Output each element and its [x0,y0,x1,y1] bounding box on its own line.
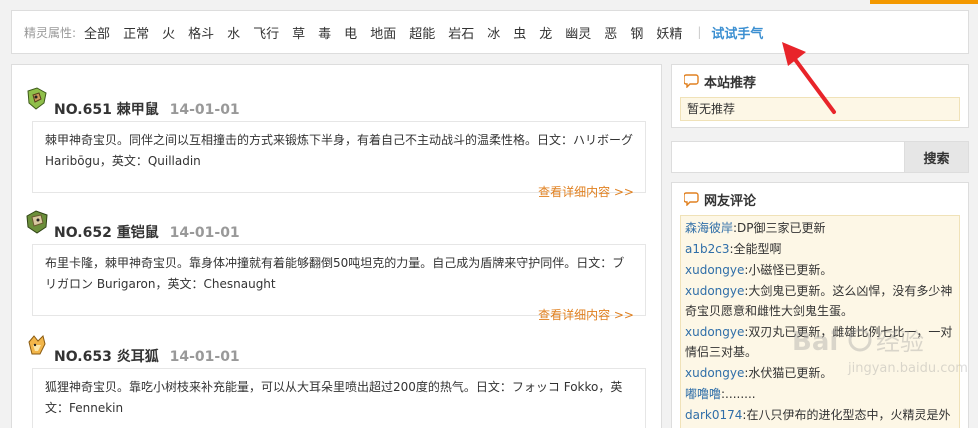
filter-item-poison[interactable]: 毒 [318,23,331,42]
entry-description-text: 布里卡隆，棘甲神奇宝贝。靠身体冲撞就有着能够翻倒50吨坦克的力量。自己成为盾牌来… [45,256,625,291]
comment-text: :小磁怪已更新。 [744,263,833,277]
comment-user[interactable]: a1b2c3 [685,242,729,256]
pokemon-sprite-icon [26,210,48,234]
filter-item-grass[interactable]: 草 [292,23,305,42]
entry-title[interactable]: NO.651 棘甲鼠 14-01-01 [54,99,240,119]
filter-item-normal[interactable]: 正常 [123,23,149,42]
entry-name: 重铠鼠 [116,225,159,241]
filter-item-steel[interactable]: 钢 [630,23,643,42]
chat-bubble-icon [684,74,699,88]
filter-item-fire[interactable]: 火 [162,23,175,42]
comment-item: 森海彼岸:DP御三家已更新 [685,218,955,239]
svg-text:jingyan.baidu.com: jingyan.baidu.com [847,361,968,376]
entry-name: 炎耳狐 [116,349,159,365]
entry-description-text: 棘甲神奇宝贝。同伴之间以互相撞击的方式来锻炼下半身，有着自己不主动战斗的温柔性格… [45,133,634,168]
comment-item: 嘟噜噜:........ [685,384,955,405]
comment-item: a1b2c3:全能型啊 [685,239,955,260]
entry-title[interactable]: NO.652 重铠鼠 14-01-01 [54,222,240,242]
filter-item-ground[interactable]: 地面 [370,23,396,42]
chat-bubble-icon [684,192,699,206]
entry-number: NO.653 [54,349,112,365]
comment-user[interactable]: dark0174 [685,408,742,422]
search-input[interactable] [671,141,905,173]
filter-item-dragon[interactable]: 龙 [539,23,552,42]
pokemon-sprite-icon [28,335,46,355]
filter-item-flying[interactable]: 飞行 [253,23,279,42]
comment-text: :........ [721,387,756,401]
filter-item-bug[interactable]: 虫 [513,23,526,42]
comment-text: :DP御三家已更新 [733,221,826,235]
entry-number: NO.651 [54,102,112,118]
filter-item-fairy[interactable]: 妖精 [656,23,682,42]
entry-title[interactable]: NO.653 炎耳狐 14-01-01 [54,346,240,366]
search-button[interactable]: 搜索 [905,141,969,173]
pokemon-sprite-icon [27,87,47,110]
comment-user[interactable]: 森海彼岸 [685,221,733,235]
top-accent-strip [870,0,978,4]
user-comments-box: 网友评论 森海彼岸:DP御三家已更新 a1b2c3:全能型啊 xudongye:… [671,182,969,428]
filter-item-ghost[interactable]: 幽灵 [565,23,591,42]
try-luck-link[interactable]: 试试手气 [711,23,763,42]
filter-separator: | [697,25,702,39]
search-bar: 搜索 [671,141,969,173]
svg-text:Bai: Bai [792,327,838,357]
comment-user[interactable]: xudongye [685,366,744,380]
comment-item: xudongye:大剑鬼已更新。这么凶悍，没有多少神奇宝贝愿意和雌性大剑鬼生蛋。 [685,281,955,322]
comment-user[interactable]: xudongye [685,284,744,298]
entry-description-text: 狐狸神奇宝贝。靠吃小树枝来补充能量，可以从大耳朵里喷出超过200度的热气。日文：… [45,380,623,415]
filter-item-electric[interactable]: 电 [344,23,357,42]
entry-number: NO.652 [54,225,112,241]
comment-user[interactable]: xudongye [685,325,744,339]
entry-date: 14-01-01 [169,102,240,118]
pokemon-list: NO.651 棘甲鼠 14-01-01 棘甲神奇宝贝。同伴之间以互相撞击的方式来… [11,64,662,428]
view-details-link[interactable]: 查看详细内容 >> [538,183,634,200]
baidu-watermark-icon: Bai 经验 jingyan.baidu.com [792,327,968,376]
entry-name: 棘甲鼠 [116,102,159,118]
comment-user[interactable]: 嘟噜噜 [685,387,721,401]
filter-item-fighting[interactable]: 格斗 [188,23,214,42]
recommend-title: 本站推荐 [704,75,757,91]
filter-item-rock[interactable]: 岩石 [448,23,474,42]
comment-item: dark0174:在八只伊布的进化型态中，火精灵是外表 [685,405,955,428]
svg-text:经验: 经验 [876,328,924,356]
comment-text: :全能型啊 [729,242,782,256]
filter-item-water[interactable]: 水 [227,23,240,42]
view-details-link[interactable]: 查看详细内容 >> [538,306,634,323]
comments-title: 网友评论 [704,193,757,209]
filter-label: 精灵属性: [24,25,77,40]
entry-date: 14-01-01 [169,349,240,365]
filter-item-ice[interactable]: 冰 [487,23,500,42]
red-arrow-annotation-icon [782,42,836,114]
comments-header: 网友评论 [672,183,968,215]
filter-item-all[interactable]: 全部 [84,23,110,42]
entry-date: 14-01-01 [169,225,240,241]
entry-description: 狐狸神奇宝贝。靠吃小树枝来补充能量，可以从大耳朵里喷出超过200度的热气。日文：… [32,368,646,428]
comment-user[interactable]: xudongye [685,263,744,277]
comment-item: xudongye:小磁怪已更新。 [685,260,955,281]
filter-item-psychic[interactable]: 超能 [409,23,435,42]
filter-item-dark[interactable]: 恶 [604,23,617,42]
